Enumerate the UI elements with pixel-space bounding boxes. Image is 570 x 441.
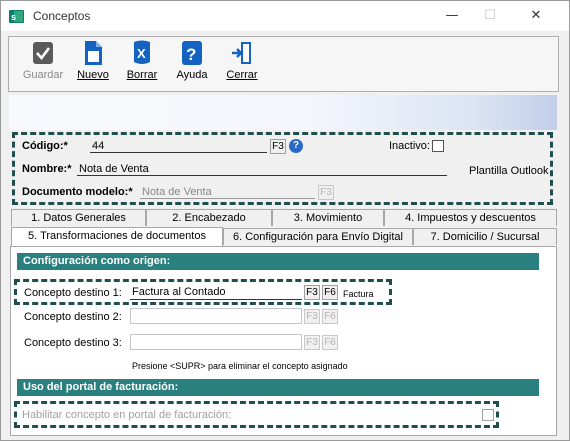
destino2-input[interactable] [130,308,302,324]
title-bar: s Conceptos — ☐ ✕ [1,1,569,31]
destino3-f6-button[interactable]: F6 [322,335,338,350]
header-banner [9,95,557,130]
svg-text:X: X [137,46,146,61]
tab-domicilio-sucursal[interactable]: 7. Domicilio / Sucursal [413,228,557,245]
tab-impuestos-descuentos[interactable]: 4. Impuestos y descuentos [384,209,557,226]
destino2-label: Concepto destino 2: [24,311,122,323]
save-button[interactable]: Guardar [19,40,67,81]
plantilla-outlook-label[interactable]: Plantilla Outlook [469,165,549,177]
toolbar: Guardar Nuevo X Borrar ? Ayuda Cerrar [8,36,559,92]
destino2-f3-button[interactable]: F3 [304,309,320,324]
inactivo-label: Inactivo: [389,140,430,152]
new-document-icon [85,41,102,65]
tab-movimiento[interactable]: 3. Movimiento [272,209,384,226]
svg-text:s: s [11,12,16,22]
maximize-button[interactable]: ☐ [467,1,513,31]
save-label: Guardar [22,69,64,81]
delete-button[interactable]: X Borrar [121,40,163,81]
destino3-label: Concepto destino 3: [24,337,122,349]
close-form-label: Cerrar [226,69,258,81]
svg-text:?: ? [186,45,196,64]
tab-transformaciones-documentos[interactable]: 5. Transformaciones de documentos [11,227,223,246]
delete-label: Borrar [126,69,158,81]
nombre-input[interactable]: Nota de Venta [77,162,447,176]
close-button[interactable]: ✕ [513,1,559,31]
destino1-input[interactable]: Factura al Contado [130,285,302,300]
documento-modelo-label: Documento modelo:* [22,186,133,198]
origen-section-header: Configuración como origen: [17,253,539,270]
destino3-f3-button[interactable]: F3 [304,335,320,350]
exit-door-icon [232,42,251,64]
codigo-input[interactable]: 44 [90,139,267,153]
supr-hint-text: Presione <SUPR> para eliminar el concept… [132,361,348,371]
close-form-button[interactable]: Cerrar [221,40,263,81]
conceptos-window: s Conceptos — ☐ ✕ Guardar Nuevo X Borrar… [0,0,570,441]
codigo-label: Código:* [22,140,68,152]
destino3-input[interactable] [130,334,302,350]
documento-f3-button[interactable]: F3 [318,185,334,200]
tab-configuracion-envio-digital[interactable]: 6. Configuración para Envío Digital [223,228,413,245]
codigo-f3-button[interactable]: F3 [270,139,286,154]
habilitar-portal-checkbox[interactable] [482,409,494,421]
help-button[interactable]: ? Ayuda [169,40,215,81]
tab-datos-generales[interactable]: 1. Datos Generales [11,209,146,226]
help-circle-icon[interactable]: ? [289,139,303,153]
help-question-icon: ? [182,41,202,65]
app-icon: s [9,10,24,23]
portal-section-header: Uso del portal de facturación: [17,379,539,396]
destino1-type-label: Factura [343,289,374,299]
documento-modelo-input[interactable]: Nota de Venta [140,185,315,199]
new-label: Nuevo [77,69,109,81]
nombre-label: Nombre:* [22,163,72,175]
window-title: Conceptos [33,9,91,23]
new-button[interactable]: Nuevo [71,40,115,81]
destino1-f3-button[interactable]: F3 [304,285,320,300]
help-label: Ayuda [176,69,208,81]
habilitar-portal-label: Habilitar concepto en portal de facturac… [22,409,232,421]
destino2-f6-button[interactable]: F6 [322,309,338,324]
destino1-f6-button[interactable]: F6 [322,285,338,300]
destino1-label: Concepto destino 1: [24,287,122,299]
inactivo-checkbox[interactable] [432,140,444,152]
tab-encabezado[interactable]: 2. Encabezado [146,209,272,226]
check-icon [33,42,53,64]
delete-x-icon: X [134,40,150,64]
